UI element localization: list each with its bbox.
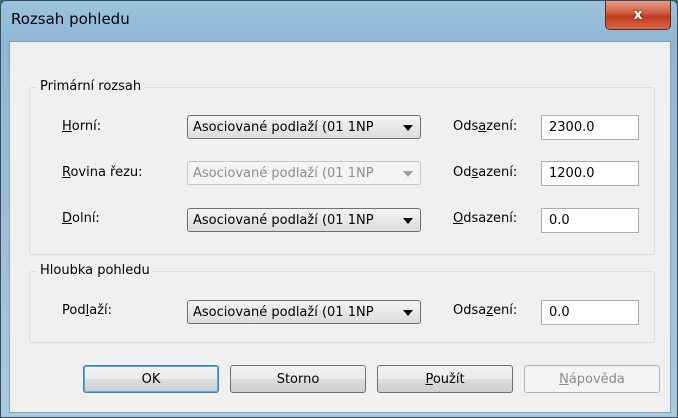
top-offset-label: Odsazení: [453,119,518,134]
bottom-level-dropdown[interactable]: Asociované podlaží (01 1NP [187,208,421,232]
close-icon: x [633,7,643,23]
cancel-button[interactable]: Storno [230,365,366,393]
primary-range-legend: Primární rozsah [37,79,145,94]
ok-button[interactable]: OK [83,365,219,393]
chevron-down-icon [403,218,413,224]
view-depth-legend: Hloubka pohledu [37,263,153,278]
chevron-down-icon [403,125,413,131]
depth-offset-input[interactable]: 0.0 [541,300,639,325]
bottom-level-value: Asociované podlaží (01 1NP [193,213,374,228]
chevron-down-icon [403,171,413,177]
depth-level-value: Asociované podlaží (01 1NP [193,305,374,320]
close-button[interactable]: x [605,1,671,30]
dialog-title: Rozsah pohledu [11,10,130,28]
top-label: Horní: [62,119,102,134]
chevron-down-icon [403,310,413,316]
bottom-offset-label: Odsazení: [453,211,518,226]
title-bar[interactable]: Rozsah pohledu x [1,1,677,41]
help-button: Nápověda [524,365,660,393]
top-offset-input[interactable]: 2300.0 [541,115,639,140]
cut-plane-offset-input[interactable]: 1200.0 [541,161,639,186]
cut-plane-dropdown: Asociované podlaží (01 1NP [187,161,421,185]
bottom-offset-input[interactable]: 0.0 [541,208,639,233]
dialog-window: Rozsah pohledu x Primární rozsah Horní: … [0,0,678,418]
bottom-label: Dolní: [62,211,100,226]
top-level-value: Asociované podlaží (01 1NP [193,120,374,135]
cut-plane-offset-label: Odsazení: [453,165,518,180]
top-level-dropdown[interactable]: Asociované podlaží (01 1NP [187,115,421,139]
depth-level-dropdown[interactable]: Asociované podlaží (01 1NP [187,300,421,324]
cut-plane-value: Asociované podlaží (01 1NP [193,166,374,181]
depth-offset-label: Odsazení: [453,303,518,318]
apply-button[interactable]: Použít [377,365,513,393]
depth-level-label: Podlaží: [62,303,113,318]
cut-plane-label: Rovina řezu: [62,165,143,180]
